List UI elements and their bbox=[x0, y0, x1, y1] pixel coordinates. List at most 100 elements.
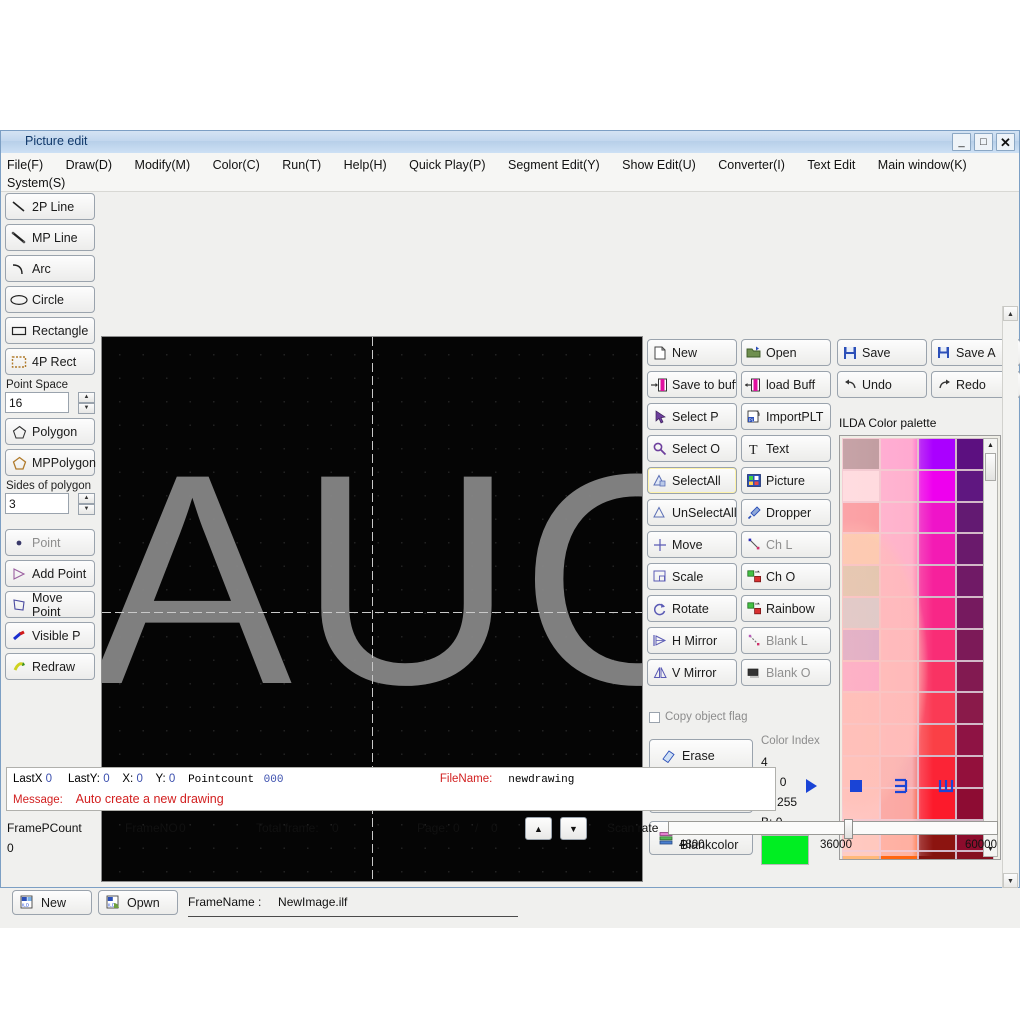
sides-of-polygon-input[interactable] bbox=[5, 493, 69, 514]
palette-swatch[interactable] bbox=[918, 692, 956, 725]
menu-item-converter[interactable]: Converter(I) bbox=[718, 158, 785, 172]
copy-object-flag-checkbox[interactable] bbox=[649, 711, 660, 723]
palette-swatch[interactable] bbox=[880, 501, 918, 534]
palette-swatch[interactable] bbox=[880, 724, 918, 756]
new-button[interactable]: New bbox=[647, 339, 737, 366]
copy-object-flag[interactable]: Copy object flag bbox=[649, 711, 747, 723]
window-vertical-scrollbar[interactable]: ▲ ▼ bbox=[1002, 306, 1018, 888]
tool-4p-rect[interactable]: 4P Rect bbox=[5, 348, 95, 375]
tool-rectangle[interactable]: Rectangle bbox=[5, 317, 95, 344]
picture-button[interactable]: Picture bbox=[741, 467, 831, 494]
menu-item-color[interactable]: Color(C) bbox=[213, 158, 260, 172]
sides-of-polygon-stepper[interactable]: ▲ ▼ bbox=[5, 493, 95, 515]
dropper-button[interactable]: Dropper bbox=[741, 499, 831, 526]
page-up-button[interactable]: ▲ bbox=[525, 817, 552, 840]
bottom-open-button[interactable]: ILD Opwn bbox=[98, 890, 178, 915]
tool-mppolygon[interactable]: MPPolygon bbox=[5, 449, 96, 476]
palette-swatch[interactable] bbox=[880, 596, 918, 629]
sides-of-polygon-spin-buttons[interactable]: ▲ ▼ bbox=[78, 493, 95, 515]
step-icon[interactable] bbox=[891, 776, 911, 796]
menu-item-main-window[interactable]: Main window(K) bbox=[878, 158, 967, 172]
page-down-button[interactable]: ▼ bbox=[560, 817, 587, 840]
palette-swatch[interactable] bbox=[880, 469, 918, 502]
palette-swatch[interactable] bbox=[918, 628, 956, 661]
palette-swatch[interactable] bbox=[918, 660, 956, 693]
palette-scroll-thumb[interactable] bbox=[985, 453, 996, 481]
sides-of-polygon-spin-down[interactable]: ▼ bbox=[78, 504, 95, 515]
select-all-button[interactable]: SelectAll bbox=[647, 467, 737, 494]
palette-swatch[interactable] bbox=[880, 660, 918, 693]
ch-l-button[interactable]: Ch L bbox=[741, 531, 831, 558]
scan-rate-slider[interactable] bbox=[668, 819, 999, 839]
tool-circle[interactable]: Circle bbox=[5, 286, 95, 313]
menu-item-run[interactable]: Run(T) bbox=[282, 158, 321, 172]
minimize-button[interactable]: _ bbox=[952, 133, 971, 151]
save-button[interactable]: Save bbox=[837, 339, 927, 366]
sides-of-polygon-spin-up[interactable]: ▲ bbox=[78, 493, 95, 504]
scan-rate-slider-thumb[interactable] bbox=[844, 819, 854, 839]
tool-polygon[interactable]: Polygon bbox=[5, 418, 95, 445]
select-point-button[interactable]: Select P bbox=[647, 403, 737, 430]
select-object-button[interactable]: Select O bbox=[647, 435, 737, 462]
load-buffer-button[interactable]: load Buff bbox=[741, 371, 831, 398]
v-mirror-button[interactable]: V Mirror bbox=[647, 659, 737, 686]
point-space-spin-down[interactable]: ▼ bbox=[78, 403, 95, 414]
unselect-all-button[interactable]: UnSelectAll bbox=[647, 499, 737, 526]
menu-item-system[interactable]: System(S) bbox=[7, 176, 65, 190]
palette-swatch[interactable] bbox=[880, 533, 918, 566]
tool-arc[interactable]: Arc bbox=[5, 255, 95, 282]
menu-item-text-edit[interactable]: Text Edit bbox=[807, 158, 855, 172]
tool-add-point[interactable]: Add Point bbox=[5, 560, 95, 587]
palette-swatch[interactable] bbox=[842, 660, 880, 693]
tool-point[interactable]: Point bbox=[5, 529, 95, 556]
palette-scrollbar[interactable]: ▲ ▼ bbox=[983, 438, 998, 857]
palette-swatch[interactable] bbox=[842, 628, 880, 661]
move-button[interactable]: Move bbox=[647, 531, 737, 558]
palette-swatch[interactable] bbox=[918, 565, 956, 597]
menu-item-file[interactable]: File(F) bbox=[7, 158, 43, 172]
palette-swatch[interactable] bbox=[880, 438, 918, 470]
menu-item-modify[interactable]: Modify(M) bbox=[135, 158, 191, 172]
blank-l-button[interactable]: Blank L bbox=[741, 627, 831, 654]
palette-swatch[interactable] bbox=[880, 565, 918, 597]
bottom-new-button[interactable]: ILD New bbox=[12, 890, 92, 915]
tool-mp-line[interactable]: MP Line bbox=[5, 224, 95, 251]
text-button[interactable]: T Text bbox=[741, 435, 831, 462]
tool-move-point[interactable]: Move Point bbox=[5, 591, 95, 619]
palette-swatch[interactable] bbox=[842, 469, 880, 502]
import-plt-button[interactable]: PLT ImportPLT bbox=[741, 403, 831, 430]
menu-item-show-edit[interactable]: Show Edit(U) bbox=[622, 158, 696, 172]
scale-button[interactable]: Scale bbox=[647, 563, 737, 590]
tool-2p-line[interactable]: 2P Line bbox=[5, 193, 95, 220]
point-space-spin-up[interactable]: ▲ bbox=[78, 392, 95, 403]
stop-icon[interactable] bbox=[846, 776, 866, 796]
palette-swatch[interactable] bbox=[918, 724, 956, 756]
palette-swatch[interactable] bbox=[918, 501, 956, 534]
palette-swatch[interactable] bbox=[842, 533, 880, 566]
menu-item-quick-play[interactable]: Quick Play(P) bbox=[409, 158, 485, 172]
undo-button[interactable]: Undo bbox=[837, 371, 927, 398]
point-space-input[interactable] bbox=[5, 392, 69, 413]
play-icon[interactable] bbox=[801, 776, 821, 796]
tool-redraw[interactable]: Redraw bbox=[5, 653, 95, 680]
rotate-button[interactable]: Rotate bbox=[647, 595, 737, 622]
palette-swatch[interactable] bbox=[880, 692, 918, 725]
window-scroll-up-icon[interactable]: ▲ bbox=[1003, 306, 1018, 321]
tool-visible-point[interactable]: Visible P bbox=[5, 622, 95, 649]
point-space-spin-buttons[interactable]: ▲ ▼ bbox=[78, 392, 95, 414]
rainbow-button[interactable]: Rainbow bbox=[741, 595, 831, 622]
palette-swatch[interactable] bbox=[918, 596, 956, 629]
palette-swatch[interactable] bbox=[918, 533, 956, 566]
ilda-palette-grid[interactable] bbox=[842, 438, 994, 859]
menu-item-segment-edit[interactable]: Segment Edit(Y) bbox=[508, 158, 600, 172]
save-to-buffer-button[interactable]: Save to buff bbox=[647, 371, 737, 398]
maximize-button[interactable]: □ bbox=[974, 133, 993, 151]
palette-scroll-up-icon[interactable]: ▲ bbox=[984, 439, 997, 452]
palette-swatch[interactable] bbox=[842, 501, 880, 534]
palette-swatch[interactable] bbox=[842, 565, 880, 597]
ch-o-button[interactable]: Ch O bbox=[741, 563, 831, 590]
palette-swatch[interactable] bbox=[842, 724, 880, 756]
h-mirror-button[interactable]: H Mirror bbox=[647, 627, 737, 654]
ilda-palette-box[interactable]: ▲ ▼ bbox=[839, 435, 1001, 860]
palette-swatch[interactable] bbox=[880, 628, 918, 661]
